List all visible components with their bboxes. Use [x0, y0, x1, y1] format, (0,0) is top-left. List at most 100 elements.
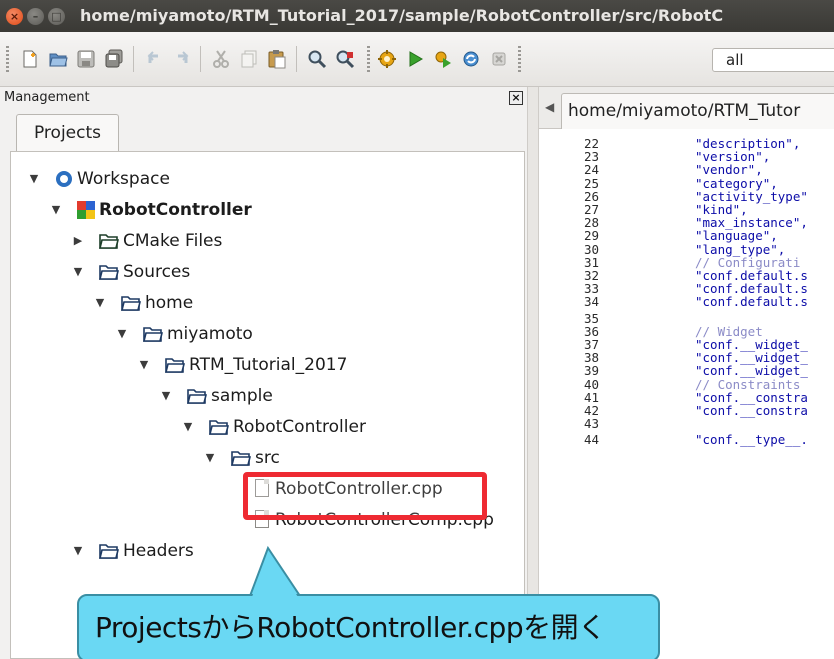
expand-arrow-icon[interactable]: ▼: [49, 195, 63, 225]
expand-arrow-icon[interactable]: ▼: [93, 288, 107, 318]
expand-arrow-icon[interactable]: ▼: [71, 536, 85, 566]
copy-icon[interactable]: [239, 49, 259, 69]
tree-label: Sources: [123, 262, 191, 282]
expand-arrow-icon[interactable]: ▼: [137, 350, 151, 380]
collapse-arrow-icon[interactable]: ▶: [71, 226, 85, 256]
code-line: "category",: [695, 175, 778, 191]
expand-arrow-icon[interactable]: ▼: [159, 381, 173, 411]
callout-annotation: ProjectsからRobotController.cppを開く: [77, 594, 660, 659]
maximize-icon: □: [51, 10, 62, 23]
redo-icon[interactable]: [172, 49, 192, 69]
code-line: "conf.__constra: [695, 389, 808, 405]
abort-icon[interactable]: [489, 49, 509, 69]
tree-label: CMake Files: [123, 231, 223, 251]
project-tree: ▼ Workspace ▼ RobotController ▶ CMake Fi…: [10, 151, 525, 659]
code-line: "activity_type": [695, 188, 808, 204]
code-line: "conf.__constra: [695, 403, 808, 418]
toolbar-separator: [200, 46, 201, 72]
line-number: 25: [583, 175, 599, 191]
line-number: 31: [583, 254, 599, 270]
line-number: 44: [583, 432, 599, 448]
code-comment: // Configurati: [695, 254, 801, 270]
toolbar-grip[interactable]: [6, 46, 9, 72]
management-close-button[interactable]: ×: [509, 91, 523, 105]
code-line: "conf.default.s: [695, 268, 808, 283]
tree-label: sample: [211, 386, 273, 406]
line-number: 24: [583, 162, 599, 178]
folder-open-icon: [187, 389, 207, 404]
line-number: 36: [583, 323, 599, 339]
tree-label: RobotController: [99, 200, 252, 220]
expand-arrow-icon[interactable]: ▼: [203, 443, 217, 473]
window-close-button[interactable]: ×: [6, 8, 23, 25]
code-line: "conf.__widget_: [695, 363, 808, 379]
expand-arrow-icon[interactable]: ▼: [181, 412, 195, 442]
line-number: 28: [583, 215, 599, 231]
line-number: 43: [583, 416, 599, 432]
tree-label: Headers: [123, 541, 194, 561]
tab-projects[interactable]: Projects: [16, 114, 119, 152]
expand-arrow-icon[interactable]: ▼: [115, 319, 129, 349]
build-icon[interactable]: [377, 49, 397, 69]
code-line: "vendor",: [695, 162, 763, 178]
line-number: 40: [583, 376, 599, 392]
folder-open-icon: [165, 358, 185, 373]
tab-scroll-left-icon[interactable]: ◀: [545, 97, 554, 117]
expand-arrow-icon[interactable]: ▼: [27, 164, 41, 194]
replace-icon[interactable]: [335, 49, 355, 69]
line-number: 39: [583, 363, 599, 379]
expand-arrow-icon[interactable]: ▼: [71, 257, 85, 287]
title-bar: × – □ home/miyamoto/RTM_Tutorial_2017/sa…: [0, 0, 834, 32]
toolbar-separator: [133, 46, 134, 72]
code-line: "conf.__type__.: [695, 432, 808, 448]
cut-icon[interactable]: [211, 49, 231, 69]
line-number: 33: [583, 281, 599, 297]
line-number: 22: [583, 136, 599, 151]
build-and-run-icon[interactable]: [433, 49, 453, 69]
save-icon[interactable]: [76, 49, 96, 69]
folder-icon: [99, 234, 119, 249]
workspace-icon: [56, 171, 72, 187]
editor-tab-file[interactable]: home/miyamoto/RTM_Tutor: [561, 93, 834, 129]
line-number: 35: [583, 310, 599, 326]
code-line: "description",: [695, 136, 801, 151]
open-icon[interactable]: [48, 49, 68, 69]
main-toolbar: all: [0, 32, 834, 87]
line-number: 34: [583, 294, 599, 310]
folder-open-icon: [209, 420, 229, 435]
line-number: 42: [583, 403, 599, 418]
run-icon[interactable]: [405, 49, 425, 69]
line-number: 30: [583, 241, 599, 257]
line-number: 26: [583, 188, 599, 204]
tree-label: RTM_Tutorial_2017: [189, 355, 348, 375]
tree-label: home: [145, 293, 194, 313]
build-target-select[interactable]: all: [712, 48, 834, 72]
line-number: 38: [583, 350, 599, 366]
window-minimize-button[interactable]: –: [27, 8, 44, 25]
code-line: "conf.default.s: [695, 294, 808, 310]
line-number: 27: [583, 202, 599, 217]
undo-icon[interactable]: [144, 49, 164, 69]
tree-label: RobotController: [233, 417, 366, 437]
line-number: 37: [583, 337, 599, 352]
code-line: "conf.default.s: [695, 281, 808, 297]
save-all-icon[interactable]: [104, 49, 124, 69]
tree-label: Workspace: [77, 169, 170, 189]
toolbar-grip[interactable]: [518, 46, 521, 72]
window-maximize-button[interactable]: □: [48, 8, 65, 25]
find-icon[interactable]: [307, 49, 327, 69]
line-number: 23: [583, 149, 599, 165]
code-line: "version",: [695, 149, 771, 165]
paste-icon[interactable]: [267, 49, 287, 69]
close-icon: ×: [9, 10, 20, 23]
new-file-icon[interactable]: [20, 49, 40, 69]
toolbar-grip[interactable]: [367, 46, 370, 72]
folder-open-icon: [99, 544, 119, 559]
panel-splitter[interactable]: [527, 87, 539, 659]
editor-tab-bar: ◀ home/miyamoto/RTM_Tutor: [539, 87, 834, 129]
rebuild-icon[interactable]: [461, 49, 481, 69]
code-line: "lang_type",: [695, 241, 786, 257]
code-line: "conf.__widget_: [695, 350, 808, 366]
folder-open-icon: [231, 451, 251, 466]
tree-label: src: [255, 448, 280, 468]
